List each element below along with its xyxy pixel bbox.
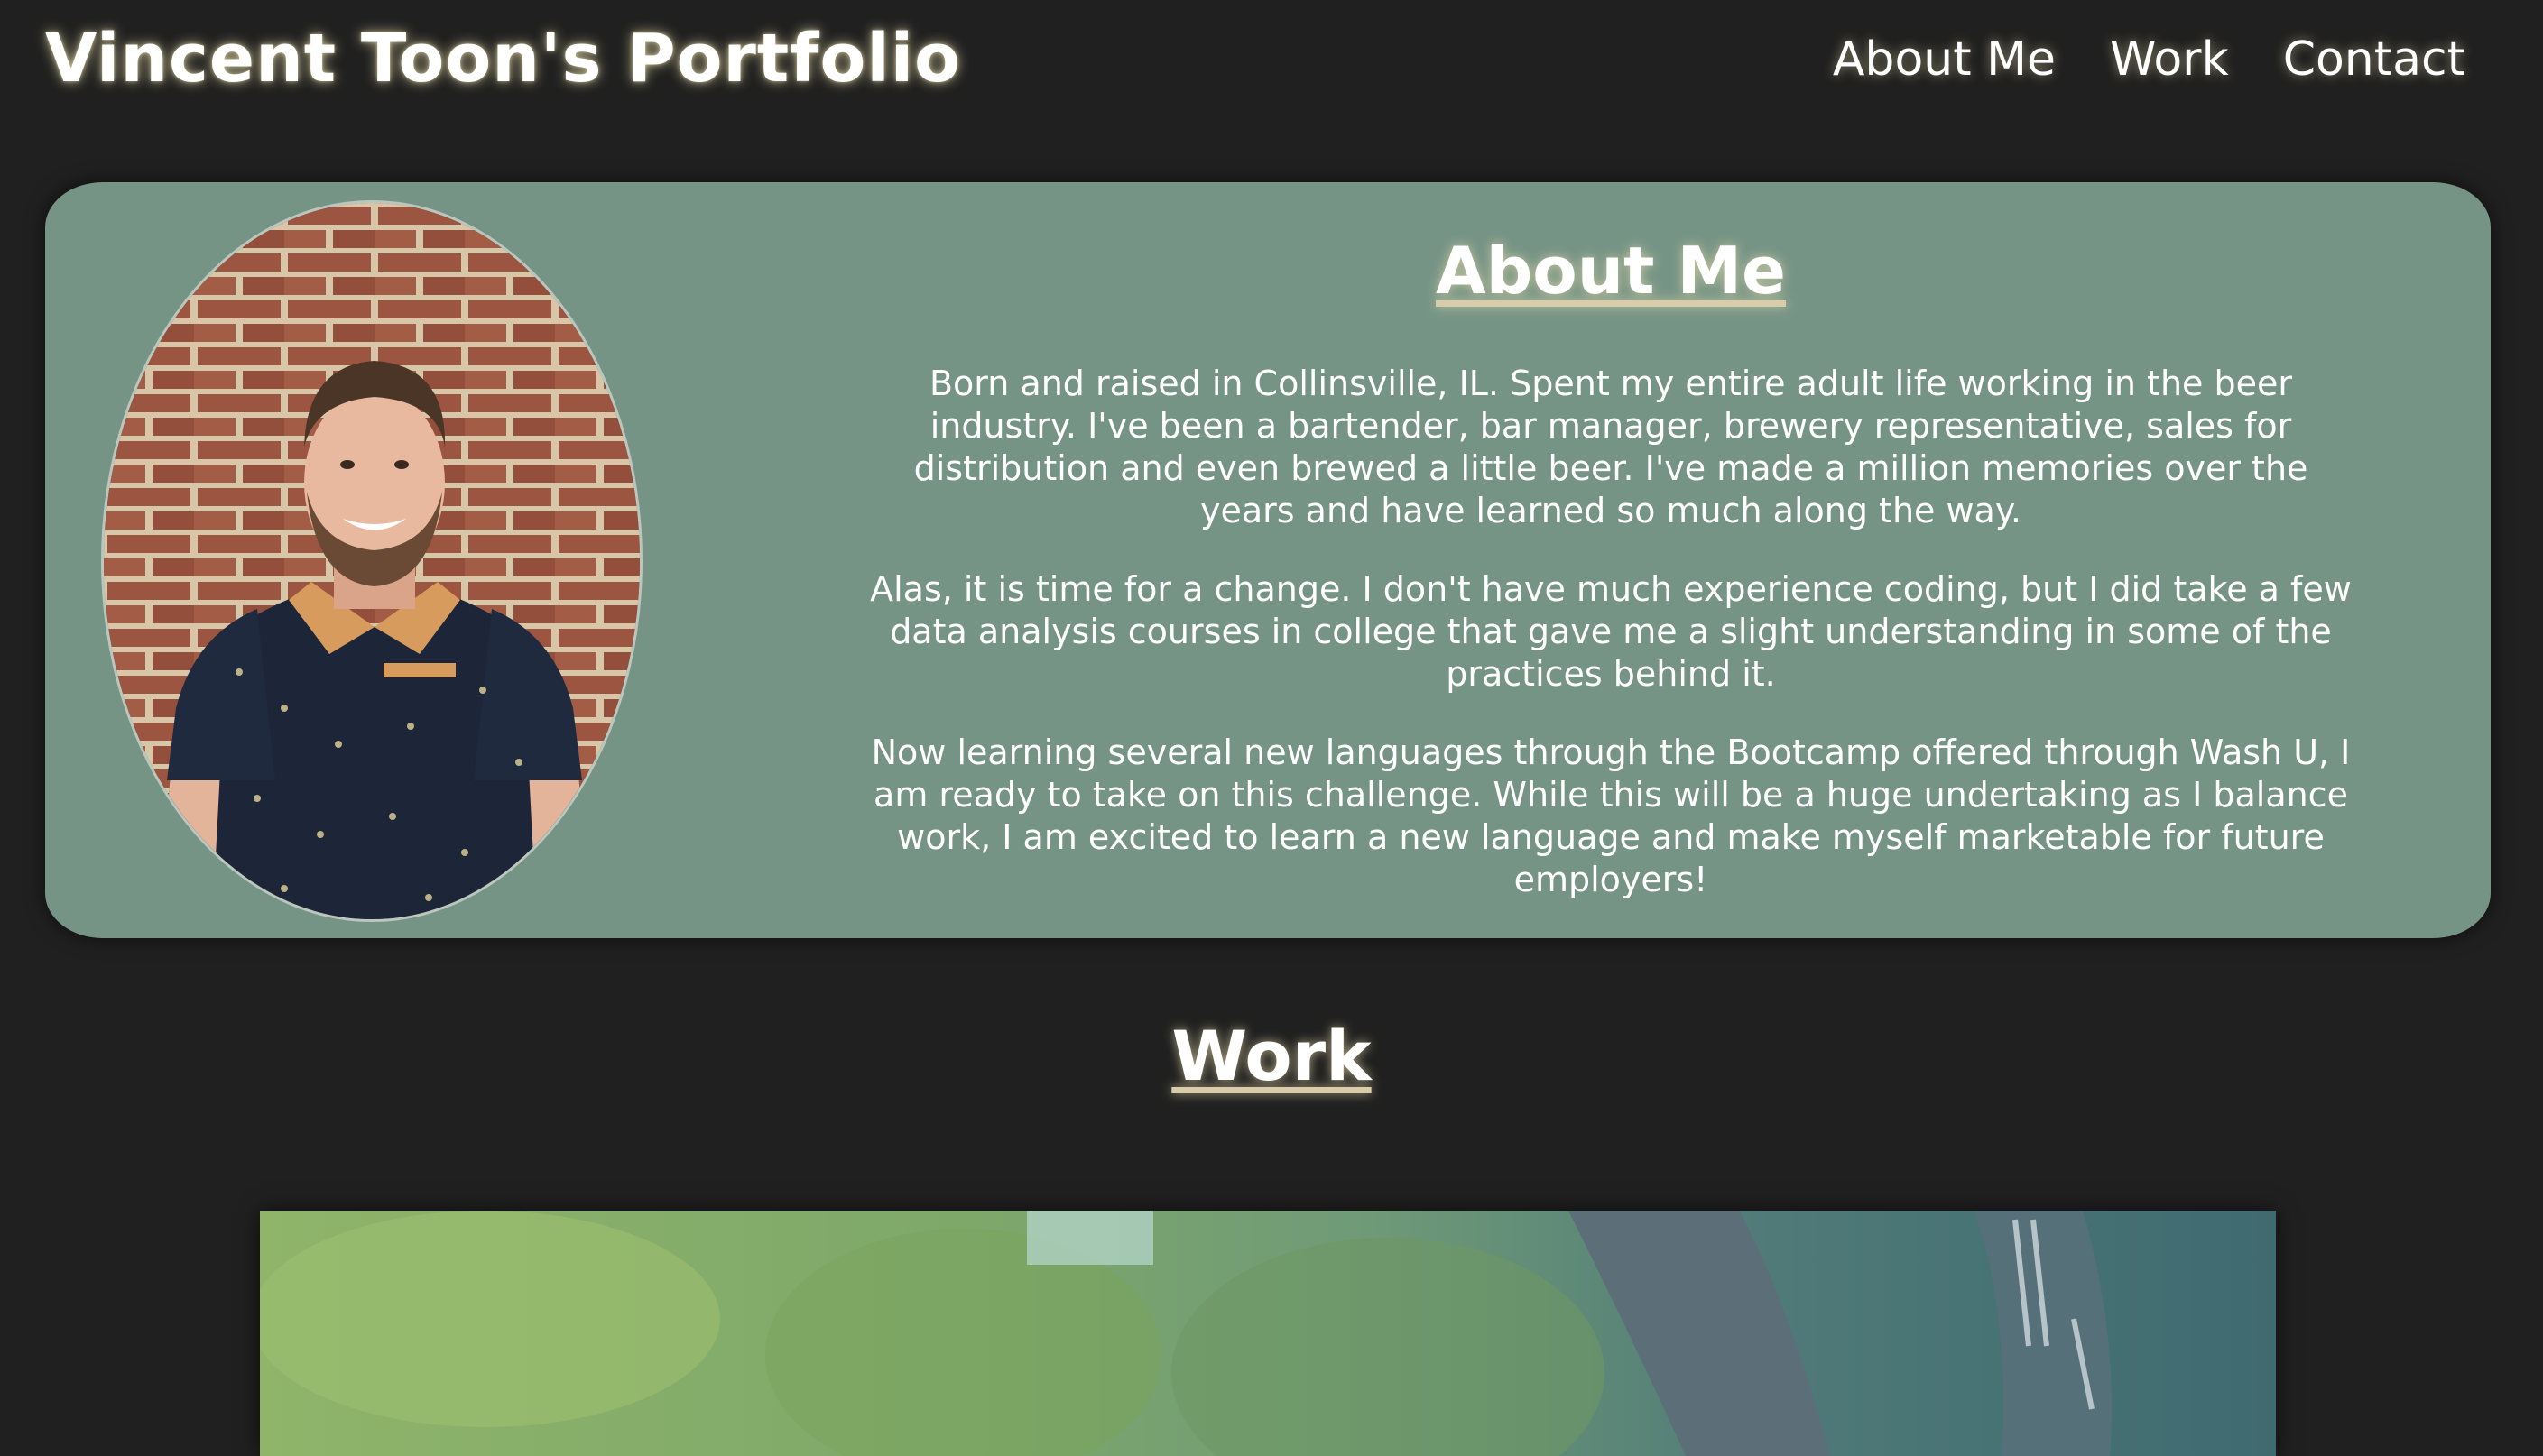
about-heading: About Me (1436, 233, 1786, 309)
about-paragraph: Born and raised in Collinsville, IL. Spe… (913, 364, 2308, 530)
work-heading: Work (1171, 1016, 1372, 1096)
nav-link-about-me[interactable]: About Me (1833, 32, 2056, 87)
site-header: Vincent Toon's Portfolio About Me Work C… (0, 0, 2543, 126)
nav-link-contact[interactable]: Contact (2283, 32, 2465, 87)
nav-link-work[interactable]: Work (2110, 32, 2229, 87)
about-content: About Me Born and raised in Collinsville… (821, 233, 2400, 937)
about-paragraph: Alas, it is time for a change. I don't h… (870, 569, 2352, 694)
work-project-image[interactable] (260, 1211, 2276, 1456)
about-paragraph: Now learning several new languages throu… (871, 733, 2351, 899)
profile-photo (101, 200, 643, 922)
main-nav: About Me Work Contact (1833, 32, 2465, 87)
about-section: About Me Born and raised in Collinsville… (45, 182, 2491, 938)
site-title: Vincent Toon's Portfolio (45, 20, 961, 97)
